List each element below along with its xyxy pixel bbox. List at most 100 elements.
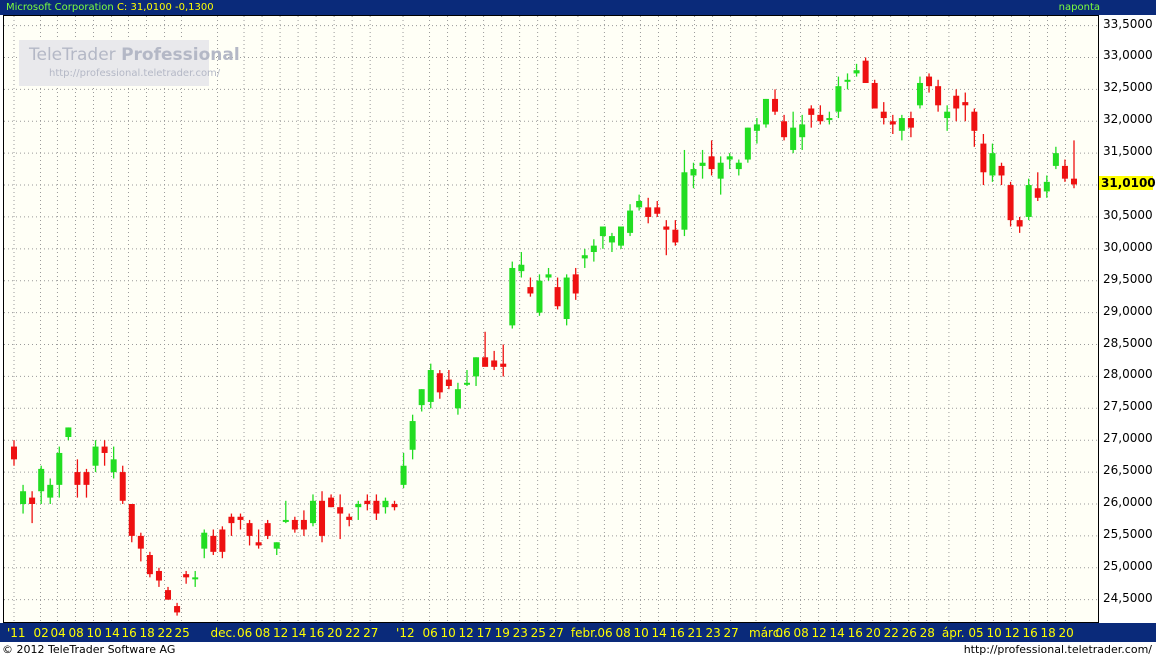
candle-body-17 [165, 590, 172, 600]
logo-title: TeleTrader Professional [29, 45, 240, 65]
candle-body-0 [11, 446, 17, 460]
copyright: © 2012 TeleTrader Software AG [2, 643, 176, 656]
candle-body-117 [1071, 178, 1077, 185]
y-axis[interactable]: 33,500033,000032,500032,000031,500031,00… [1099, 15, 1156, 623]
candle-body-21 [201, 532, 208, 549]
x-tick-label-49: 10 [986, 626, 1002, 640]
y-tick-label-10: 28,5000 [1103, 335, 1153, 350]
x-tick-label-5: 14 [104, 626, 120, 640]
candle-body-41 [382, 500, 389, 508]
candle-body-50 [463, 382, 470, 385]
x-tick-label-41: 14 [829, 626, 845, 640]
x-tick-label-3: 08 [68, 626, 84, 640]
x-tick-label-34: 21 [687, 626, 703, 640]
x-axis[interactable]: '11 02 04 08 10 14 16 18 22 25 dec. 06 08 12 14 16 20 22 2… [0, 623, 1156, 642]
plot-area[interactable]: TeleTrader Professional http://professio… [3, 15, 1099, 623]
candle-body-91 [835, 86, 842, 112]
candle-body-92 [844, 79, 851, 82]
y-tick-label-1: 33,0000 [1103, 48, 1153, 63]
candle-body-1 [20, 491, 27, 504]
y-tick-label-11: 28,0000 [1103, 367, 1153, 382]
candle-body-58 [536, 280, 543, 313]
candle-body-61 [563, 277, 570, 319]
x-tick-label-52: 18 [1040, 626, 1056, 640]
candle-body-78 [717, 162, 724, 179]
footer: © 2012 TeleTrader Software AG http://pro… [0, 642, 1156, 659]
candle-body-107 [980, 143, 987, 173]
x-tick-label-9: 25 [174, 626, 190, 640]
candle-body-53 [491, 360, 498, 367]
y-tick-label-8: 29,5000 [1103, 271, 1153, 286]
candle-body-42 [391, 503, 398, 508]
x-tick-label-31: 10 [633, 626, 649, 640]
candle-body-81 [744, 127, 751, 160]
y-tick-label-7: 30,0000 [1103, 239, 1153, 254]
x-tick-label-46: 28 [919, 626, 935, 640]
candle-body-69 [636, 200, 643, 208]
x-tick-label-50: 12 [1004, 626, 1020, 640]
y-tick-label-12: 27,5000 [1103, 399, 1153, 414]
x-tick-label-27: 27 [548, 626, 564, 640]
candle-body-24 [228, 516, 235, 524]
candle-body-96 [880, 111, 887, 119]
candle-body-84 [772, 98, 779, 112]
candle-body-76 [699, 162, 706, 166]
candle-body-89 [817, 114, 824, 122]
candle-body-83 [762, 98, 769, 125]
candle-body-72 [663, 226, 670, 230]
candle-body-36 [337, 507, 344, 514]
candle-body-28 [264, 523, 271, 536]
candle-body-77 [708, 156, 715, 170]
x-tick-label-51: 16 [1022, 626, 1038, 640]
candle-body-19 [183, 574, 190, 578]
x-tick-label-18: 27 [363, 626, 379, 640]
y-tick-label-0: 33,5000 [1103, 16, 1153, 31]
candle-body-99 [907, 118, 914, 128]
candle-body-34 [319, 500, 326, 536]
candle-body-63 [581, 255, 588, 259]
x-tick-label-23: 17 [476, 626, 492, 640]
candle-body-73 [672, 229, 679, 243]
candle-body-56 [518, 264, 525, 272]
candle-body-52 [482, 357, 489, 367]
y-tick-label-9: 29,0000 [1103, 303, 1153, 318]
x-tick-label-11: 06 [237, 626, 253, 640]
candle-body-3 [38, 468, 45, 492]
candle-body-54 [500, 363, 507, 367]
x-tick-label-35: 23 [705, 626, 721, 640]
x-tick-label-13: 12 [273, 626, 289, 640]
candle-body-30 [282, 519, 289, 522]
candle-body-74 [681, 172, 688, 230]
candle-body-48 [445, 379, 452, 386]
candle-body-26 [246, 523, 253, 536]
y-tick-label-15: 26,0000 [1103, 494, 1153, 509]
x-tick-label-21: 10 [440, 626, 456, 640]
x-tick-label-45: 26 [901, 626, 917, 640]
candle-body-57 [527, 287, 534, 294]
x-tick-label-12: 08 [255, 626, 271, 640]
candle-body-13 [128, 503, 135, 536]
candle-body-105 [962, 102, 969, 106]
y-tick-label-3: 32,0000 [1103, 112, 1153, 127]
close-value: C: 31,0100 -0,1300 [116, 2, 214, 13]
x-tick-label-26: 25 [530, 626, 546, 640]
candle-body-32 [300, 519, 307, 530]
x-tick-label-36: 27 [723, 626, 739, 640]
x-tick-label-0: '11 [7, 626, 26, 640]
x-tick-label-32: 14 [651, 626, 667, 640]
candle-body-31 [291, 519, 298, 530]
candle-body-27 [255, 542, 262, 546]
y-tick-label-16: 25,5000 [1103, 526, 1153, 541]
candle-body-79 [726, 156, 733, 160]
candle-body-59 [545, 274, 552, 278]
candle-body-60 [554, 287, 561, 307]
x-tick-label-8: 22 [157, 626, 173, 640]
candle-body-113 [1034, 188, 1041, 198]
candle-body-114 [1043, 181, 1050, 192]
x-tick-label-2: 04 [50, 626, 66, 640]
candle-body-108 [989, 153, 996, 176]
last-value-marker: 31,0100 [1099, 176, 1156, 191]
interval-label[interactable]: naponta [1059, 1, 1100, 14]
candle-body-51 [473, 357, 480, 377]
candle-body-110 [1007, 185, 1014, 221]
